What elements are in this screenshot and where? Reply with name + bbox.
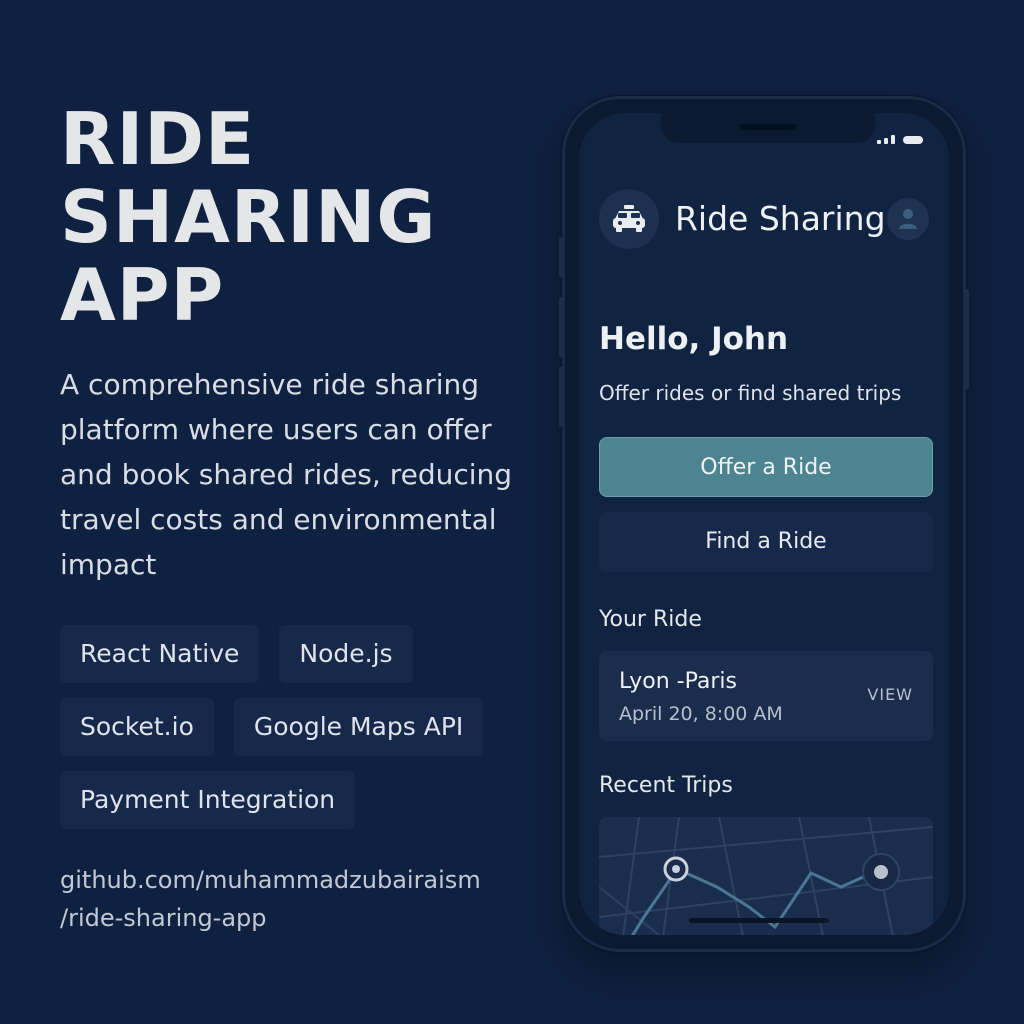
- promo-title: RIDE SHARING APP: [60, 100, 530, 334]
- repo-link-line: /ride-sharing-app: [60, 904, 267, 932]
- view-ride-button[interactable]: VIEW: [867, 685, 913, 704]
- phone-side-button: [559, 297, 563, 357]
- promo-title-line: APP: [60, 253, 225, 337]
- tech-tag: Node.js: [279, 625, 413, 683]
- status-bar: [877, 135, 923, 144]
- ride-datetime: April 20, 8:00 AM: [619, 703, 783, 725]
- tech-tag: Google Maps API: [233, 698, 484, 756]
- phone-notch: [661, 113, 875, 143]
- user-icon[interactable]: [887, 198, 929, 240]
- your-ride-card[interactable]: Lyon -Paris April 20, 8:00 AM VIEW: [599, 651, 933, 741]
- tech-tag: Payment Integration: [60, 771, 356, 829]
- recent-trips-heading: Recent Trips: [599, 773, 733, 798]
- promo-panel: RIDE SHARING APP A comprehensive ride sh…: [60, 100, 530, 937]
- tech-tag: Socket.io: [60, 698, 214, 756]
- greeting-subtitle: Offer rides or find shared trips: [599, 381, 902, 405]
- signal-icon: [877, 140, 881, 144]
- phone-speaker: [739, 124, 797, 130]
- home-indicator: [689, 918, 829, 923]
- phone-side-button: [559, 237, 563, 277]
- promo-description: A comprehensive ride sharing platform wh…: [60, 368, 513, 581]
- promo-title-line: RIDE: [60, 97, 256, 181]
- app-title: Ride Sharing: [675, 199, 886, 238]
- your-ride-heading: Your Ride: [599, 607, 702, 632]
- tech-tag-list: React Native Node.js Socket.io Google Ma…: [60, 625, 520, 829]
- repo-link[interactable]: github.com/muhammadzubairaism /ride-shar…: [60, 861, 530, 937]
- phone-mockup: Ride Sharing Hello, John Offer rides or …: [559, 96, 969, 952]
- promo-title-line: SHARING: [60, 175, 437, 259]
- repo-link-line: github.com/muhammadzubairaism: [60, 866, 481, 894]
- taxi-car-icon: [599, 189, 659, 249]
- offer-ride-button[interactable]: Offer a Ride: [599, 437, 933, 497]
- phone-side-button: [965, 289, 969, 389]
- battery-icon: [903, 136, 923, 144]
- phone-side-button: [559, 367, 563, 427]
- find-ride-button[interactable]: Find a Ride: [599, 512, 933, 572]
- ride-route: Lyon -Paris: [619, 669, 737, 694]
- signal-icon: [884, 138, 888, 144]
- tech-tag: React Native: [60, 625, 260, 683]
- greeting: Hello, John: [599, 321, 789, 357]
- app-header: Ride Sharing: [599, 189, 929, 249]
- phone-screen: Ride Sharing Hello, John Offer rides or …: [579, 113, 949, 935]
- signal-icon: [891, 135, 895, 144]
